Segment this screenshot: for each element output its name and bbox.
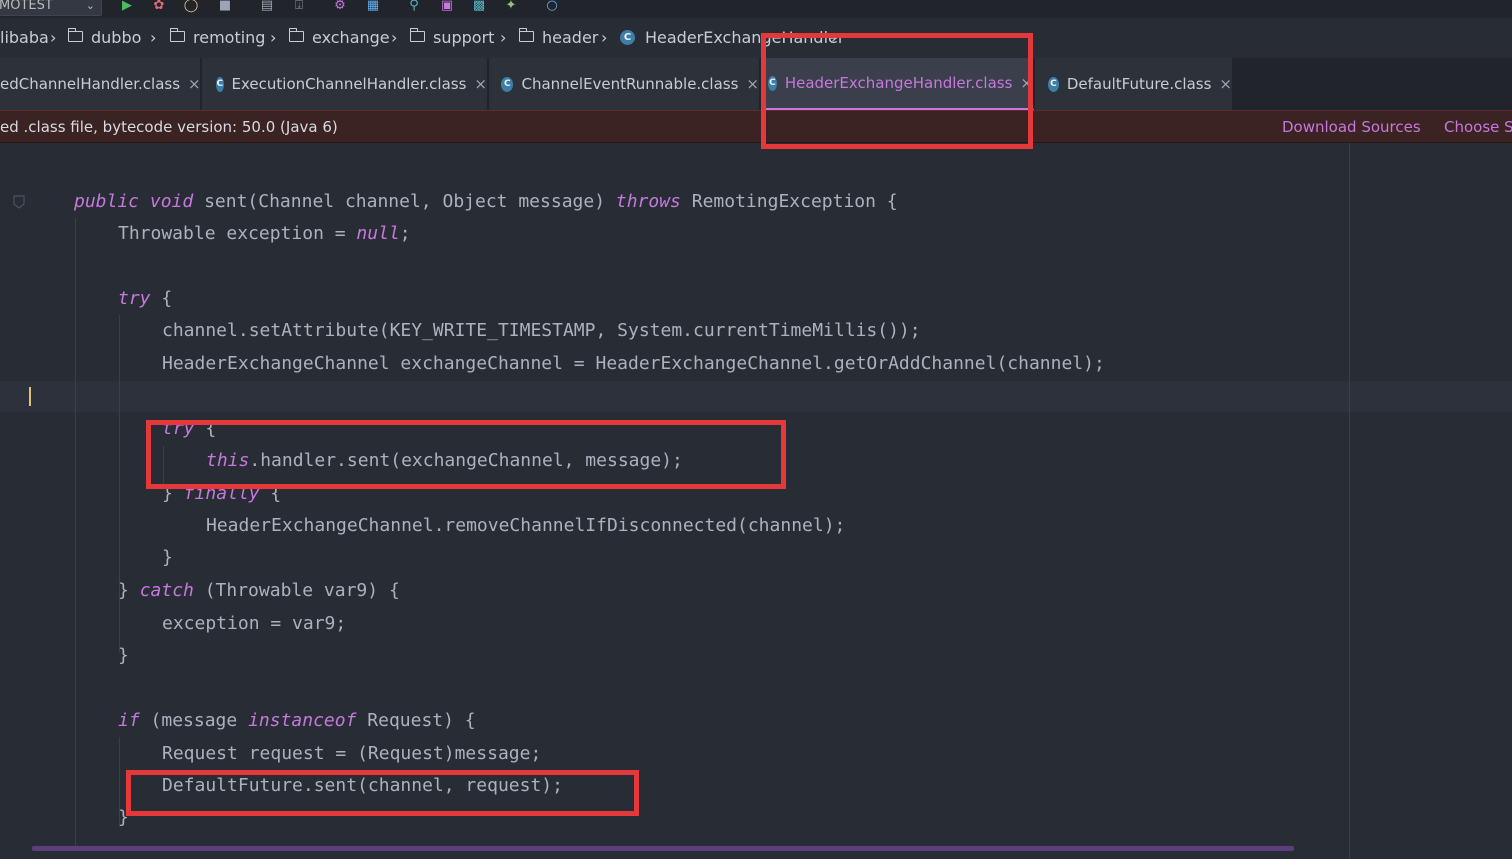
- run-configuration-selector[interactable]: MOTEST ⌄: [0, 0, 102, 16]
- horizontal-scrollbar[interactable]: [32, 846, 1294, 851]
- code-line-close-brace[interactable]: }: [162, 548, 173, 568]
- code-line-request-cast[interactable]: Request request = (Request)message;: [162, 744, 541, 764]
- indent-guide: [119, 315, 120, 652]
- code-line-set-attribute[interactable]: channel.setAttribute(KEY_WRITE_TIMESTAMP…: [162, 321, 921, 341]
- breadcrumb: libaba › dubbo › remoting › exchange › s…: [0, 25, 1512, 53]
- decompiled-class-banner: ed .class file, bytecode version: 50.0 (…: [0, 110, 1512, 143]
- current-line-highlight: [0, 381, 1512, 412]
- tab-defaultfuture[interactable]: C DefaultFuture.class ×: [1035, 58, 1233, 110]
- tab-edchannelhandler[interactable]: edChannelHandler.class ×: [0, 58, 201, 110]
- code-line-exception-decl[interactable]: Throwable exception = null;: [118, 224, 411, 244]
- breadcrumb-item-exchange[interactable]: exchange: [288, 28, 390, 47]
- chevron-right-icon: ›: [601, 28, 608, 47]
- annotation-box-handler-sent: [146, 420, 786, 489]
- download-sources-link[interactable]: Download Sources: [1282, 118, 1421, 136]
- annotation-box-active-tab: [761, 33, 1033, 149]
- structure-icon[interactable]: ▦: [364, 0, 382, 14]
- run-icon[interactable]: ▶: [118, 0, 136, 14]
- deploy-icon[interactable]: ⍗: [290, 0, 308, 14]
- folder-icon: [67, 28, 83, 42]
- close-icon[interactable]: ×: [1219, 75, 1232, 93]
- code-editor[interactable]: public void sent(Channel channel, Object…: [0, 143, 1512, 859]
- coverage-icon[interactable]: ◯: [182, 0, 200, 14]
- editor-tab-bar: edChannelHandler.class × C ExecutionChan…: [0, 58, 1512, 110]
- chevron-right-icon: ›: [500, 28, 507, 47]
- annotation-box-defaultfuture-sent: [126, 770, 639, 816]
- code-line-close-brace[interactable]: }: [118, 646, 129, 666]
- class-icon: C: [620, 30, 635, 45]
- stop-icon[interactable]: ■: [216, 0, 234, 14]
- code-line-get-channel[interactable]: HeaderExchangeChannel exchangeChannel = …: [162, 354, 1105, 374]
- breadcrumb-item-support[interactable]: support: [409, 28, 494, 47]
- right-margin-guide: [1349, 143, 1350, 859]
- tab-executionchannelhandler[interactable]: C ExecutionChannelHandler.class ×: [202, 58, 488, 110]
- chevron-right-icon: ›: [50, 28, 57, 47]
- choose-sources-link[interactable]: Choose S: [1444, 118, 1512, 136]
- class-icon: C: [501, 76, 514, 92]
- folder-icon: [169, 28, 185, 42]
- chevron-right-icon: ›: [391, 28, 398, 47]
- code-line-catch[interactable]: } catch (Throwable var9) {: [118, 581, 400, 601]
- vcs-icon[interactable]: ▣: [438, 0, 456, 14]
- search-icon[interactable]: ⚲: [405, 0, 423, 14]
- code-line-if-instanceof[interactable]: if (message instanceof Request) {: [118, 711, 476, 731]
- main-toolbar: MOTEST ⌄ ▶ ✿ ◯ ■ ▤ ⍗ ⚙ ▦ ⚲ ▣ ▩ ✦ ○: [0, 0, 1512, 18]
- run-configuration-label: MOTEST: [0, 0, 53, 13]
- breadcrumb-item-remoting[interactable]: remoting: [169, 28, 265, 47]
- fold-icon[interactable]: [13, 195, 25, 209]
- code-line-try-outer[interactable]: try {: [118, 289, 172, 309]
- breadcrumb-item-dubbo[interactable]: dubbo: [67, 28, 141, 47]
- indent-guide: [75, 218, 76, 848]
- class-icon: C: [1048, 76, 1059, 92]
- analyze-icon[interactable]: ▩: [470, 0, 488, 14]
- build-icon[interactable]: ▤: [258, 0, 276, 14]
- chevron-right-icon: ›: [270, 28, 277, 47]
- banner-message: ed .class file, bytecode version: 50.0 (…: [0, 118, 338, 136]
- folder-icon: [409, 28, 425, 42]
- code-line-remove-channel[interactable]: HeaderExchangeChannel.removeChannelIfDis…: [206, 516, 845, 536]
- settings-icon[interactable]: ⚙: [331, 0, 349, 14]
- close-icon[interactable]: ×: [746, 75, 759, 93]
- plugin-icon[interactable]: ✦: [502, 0, 520, 14]
- class-icon: C: [216, 76, 224, 92]
- toolbox-icon[interactable]: ○: [543, 0, 561, 14]
- chevron-right-icon: ›: [150, 28, 157, 47]
- close-icon[interactable]: ×: [474, 75, 487, 93]
- folder-icon: [518, 28, 534, 42]
- chevron-down-icon: ⌄: [85, 0, 95, 12]
- tab-channeleventrunnable[interactable]: C ChannelEventRunnable.class ×: [489, 58, 760, 110]
- breadcrumb-item-header[interactable]: header: [518, 28, 598, 47]
- text-caret: [29, 387, 31, 406]
- folder-icon: [288, 28, 304, 42]
- code-line-exception-assign[interactable]: exception = var9;: [162, 614, 346, 634]
- breadcrumb-item-libaba[interactable]: libaba: [0, 28, 49, 47]
- code-line-method-signature[interactable]: public void sent(Channel channel, Object…: [74, 192, 898, 212]
- debug-icon[interactable]: ✿: [150, 0, 168, 14]
- close-icon[interactable]: ×: [188, 75, 201, 93]
